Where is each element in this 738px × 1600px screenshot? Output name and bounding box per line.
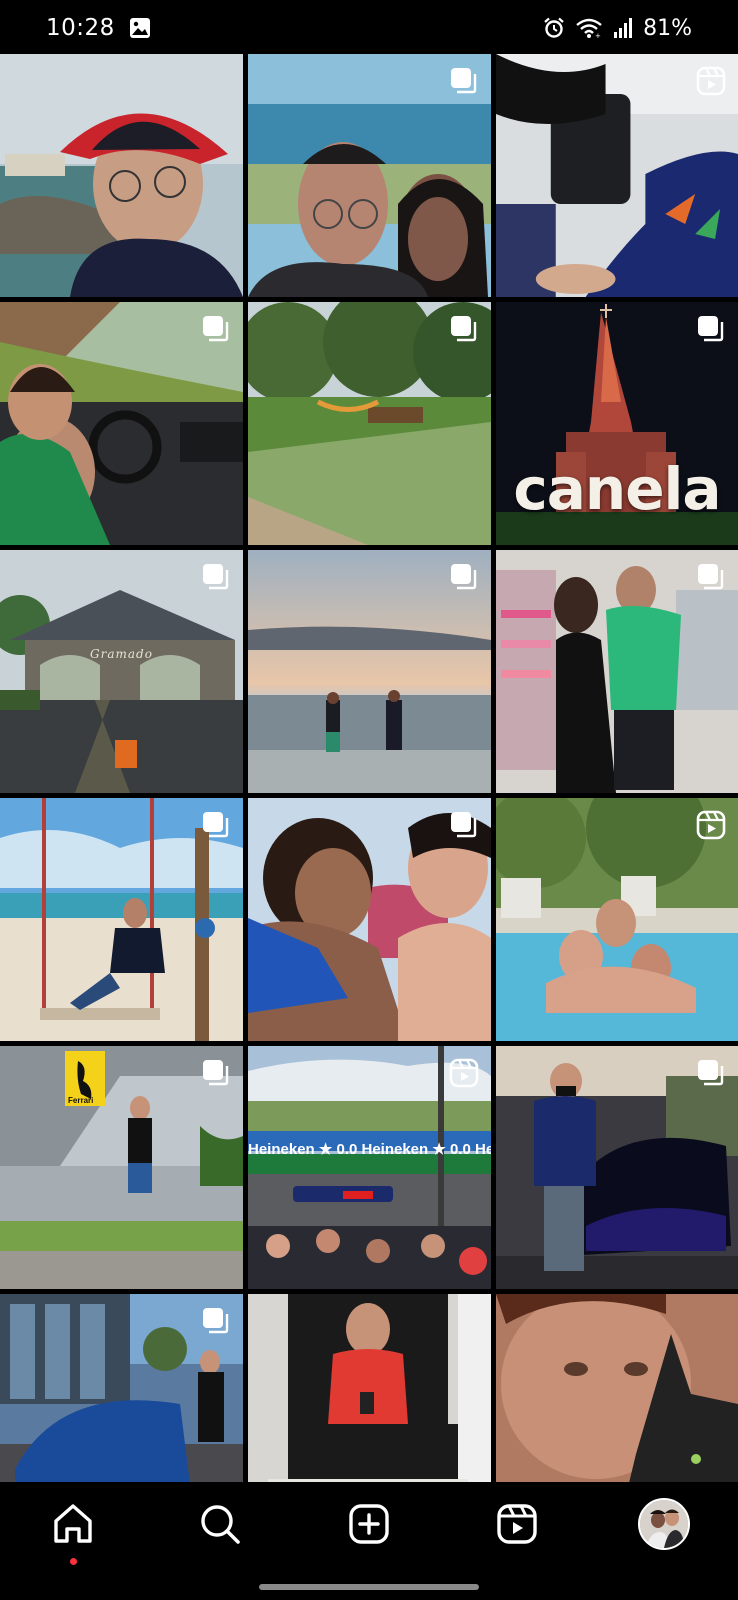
status-bar: 10:28 + 81% xyxy=(0,0,738,56)
reel-icon xyxy=(696,810,726,840)
search-icon xyxy=(201,1505,240,1544)
heineken-banner-text: Heineken ★ 0.0 Heineken ★ 0.0 Heineken xyxy=(248,1141,491,1158)
status-time: 10:28 xyxy=(46,15,115,41)
gesture-home-indicator[interactable] xyxy=(259,1584,479,1590)
nav-home[interactable] xyxy=(43,1494,103,1554)
wifi-icon: + xyxy=(576,18,602,39)
reel-icon xyxy=(449,1058,479,1088)
carousel-icon xyxy=(451,812,477,838)
nav-search[interactable] xyxy=(190,1494,250,1554)
post-tile-beach-swing[interactable] xyxy=(0,798,243,1041)
gallery-icon xyxy=(129,18,150,38)
carousel-icon xyxy=(698,316,724,342)
status-right: + 81% xyxy=(543,16,692,41)
post-tile-couple-close[interactable] xyxy=(248,798,491,1041)
post-tile-convertible[interactable] xyxy=(0,302,243,545)
reel-icon xyxy=(696,66,726,96)
post-tile-f1-race[interactable]: Heineken ★ 0.0 Heineken ★ 0.0 Heineken xyxy=(248,1046,491,1289)
home-icon xyxy=(54,1504,92,1543)
carousel-icon xyxy=(203,1308,229,1334)
svg-text:+: + xyxy=(595,32,601,39)
ferrari-logo-text: Ferrari xyxy=(68,1096,94,1105)
carousel-icon xyxy=(698,1060,724,1086)
profile-posts-grid: canela Gramado Ferrari Heineken ★ 0.0 He… xyxy=(0,54,738,1537)
post-tile-airport[interactable] xyxy=(496,54,738,297)
battery-level: 81% xyxy=(643,15,692,41)
post-tile-gramado[interactable]: Gramado xyxy=(0,550,243,793)
nav-profile-avatar[interactable] xyxy=(638,1498,690,1550)
reels-icon xyxy=(497,1504,537,1544)
carousel-icon xyxy=(203,812,229,838)
post-tile-park[interactable] xyxy=(248,302,491,545)
nav-create[interactable] xyxy=(339,1494,399,1554)
carousel-icon xyxy=(451,564,477,590)
carousel-icon xyxy=(203,1060,229,1086)
alarm-icon xyxy=(544,17,564,38)
post-image xyxy=(0,54,243,297)
carousel-icon xyxy=(451,68,477,94)
post-tile-lamborghini[interactable] xyxy=(496,1046,738,1289)
profile-avatar-image xyxy=(640,1500,688,1548)
carousel-icon xyxy=(698,564,724,590)
carousel-icon xyxy=(203,564,229,590)
carousel-icon xyxy=(203,316,229,342)
nav-reels[interactable] xyxy=(487,1494,547,1554)
home-active-dot xyxy=(70,1558,77,1565)
add-post-icon xyxy=(349,1504,389,1544)
gramado-portal-sign: Gramado xyxy=(90,647,153,661)
bottom-navigation-bar xyxy=(0,1482,738,1600)
post-tile-ferrari[interactable]: Ferrari xyxy=(0,1046,243,1289)
carousel-icon xyxy=(451,316,477,342)
post-tile-pool[interactable] xyxy=(496,798,738,1041)
status-left: 10:28 xyxy=(46,15,151,41)
post-tile-store-mirror[interactable] xyxy=(496,550,738,793)
post-tile-selfie-cap[interactable] xyxy=(0,54,243,297)
post-tile-beach-sunset[interactable] xyxy=(248,550,491,793)
canela-sign-text: canela xyxy=(513,455,721,523)
post-tile-couple-sea[interactable] xyxy=(248,54,491,297)
post-tile-canela[interactable]: canela xyxy=(496,302,738,545)
signal-icon xyxy=(614,18,633,38)
